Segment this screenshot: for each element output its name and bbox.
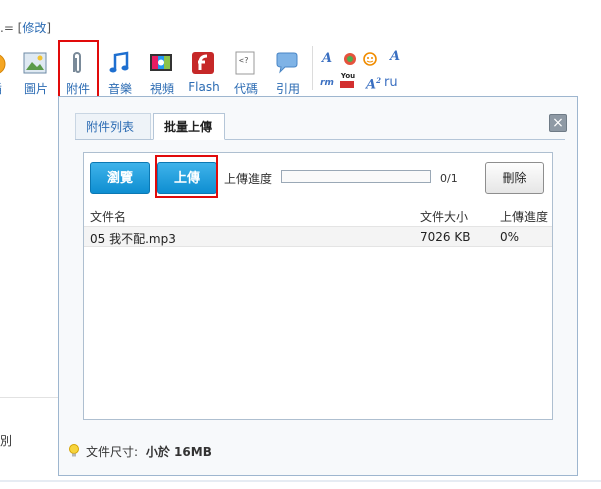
edit-link[interactable]: 修改 bbox=[22, 21, 46, 35]
music-note-icon bbox=[109, 51, 129, 73]
bottom-divider bbox=[0, 480, 601, 482]
column-header-filesize: 文件大小 bbox=[420, 210, 469, 224]
file-size-hint-label: 文件尺寸: bbox=[86, 445, 139, 459]
left-divider bbox=[0, 397, 58, 398]
browse-button[interactable]: 瀏覽 bbox=[90, 162, 150, 194]
color-palette-icon[interactable] bbox=[343, 52, 357, 66]
speech-bubble-icon bbox=[276, 52, 298, 74]
file-table-header: 文件名 文件大小 上傳進度 bbox=[84, 204, 552, 226]
header-strip: .= [修改] bbox=[0, 0, 601, 40]
upload-panel bbox=[83, 152, 553, 420]
file-size-hint-value: 小於 16MB bbox=[145, 445, 212, 459]
upload-progress-bar bbox=[281, 170, 431, 183]
file-name-cell: 05 我不配.mp3 bbox=[90, 232, 176, 246]
column-header-filename: 文件名 bbox=[90, 210, 127, 224]
tab-attachment-list[interactable]: 附件列表 bbox=[75, 113, 151, 139]
flash-icon bbox=[192, 52, 214, 74]
column-header-progress: 上傳進度 bbox=[500, 210, 549, 224]
subscript-icon[interactable]: A bbox=[388, 50, 402, 64]
image-icon bbox=[23, 52, 47, 74]
edit-link-line: .= [修改] bbox=[0, 19, 51, 36]
file-progress-cell: 0% bbox=[500, 230, 520, 244]
close-button[interactable]: × bbox=[549, 114, 567, 132]
font-style-icon[interactable]: A bbox=[320, 52, 334, 66]
youtube-icon-text: You bbox=[340, 72, 356, 80]
rm-media-icon[interactable]: rm bbox=[320, 76, 334, 90]
toolbar-divider bbox=[312, 46, 313, 90]
editor-background bbox=[0, 96, 58, 489]
table-row[interactable]: 05 我不配.mp3 7026 KB 0% bbox=[84, 226, 552, 247]
lightbulb-icon bbox=[69, 444, 79, 457]
edit-link-prefix: .= [ bbox=[0, 21, 23, 35]
file-size-cell: 7026 KB bbox=[420, 230, 471, 244]
tab-batch-upload[interactable]: 批量上傳 bbox=[153, 113, 225, 140]
code-icon: <? bbox=[235, 51, 255, 75]
upload-highlight-box bbox=[155, 155, 218, 198]
upload-progress-count: 0/1 bbox=[440, 172, 458, 185]
upload-progress-label: 上傳進度 bbox=[224, 172, 273, 186]
toolbar-quote-label: 引用 bbox=[275, 82, 300, 96]
edit-link-suffix: ] bbox=[46, 21, 52, 35]
file-size-hint: 文件尺寸: 小於 16MB bbox=[68, 443, 212, 460]
emoticon-icon bbox=[0, 54, 6, 74]
ru-icon[interactable]: ru bbox=[384, 75, 398, 90]
attachment-highlight-box bbox=[58, 40, 99, 101]
youtube-icon[interactable]: You bbox=[340, 72, 356, 90]
left-label: 別 bbox=[0, 434, 13, 448]
toolbar-quote-button[interactable]: 引用 bbox=[266, 46, 310, 98]
dialog-tab-bar: 附件列表 批量上傳 bbox=[75, 113, 565, 140]
tv-icon bbox=[150, 54, 172, 71]
delete-button[interactable]: 刪除 bbox=[485, 162, 544, 194]
svg-text:<?: <? bbox=[239, 56, 249, 65]
smiley-icon[interactable] bbox=[363, 52, 377, 66]
